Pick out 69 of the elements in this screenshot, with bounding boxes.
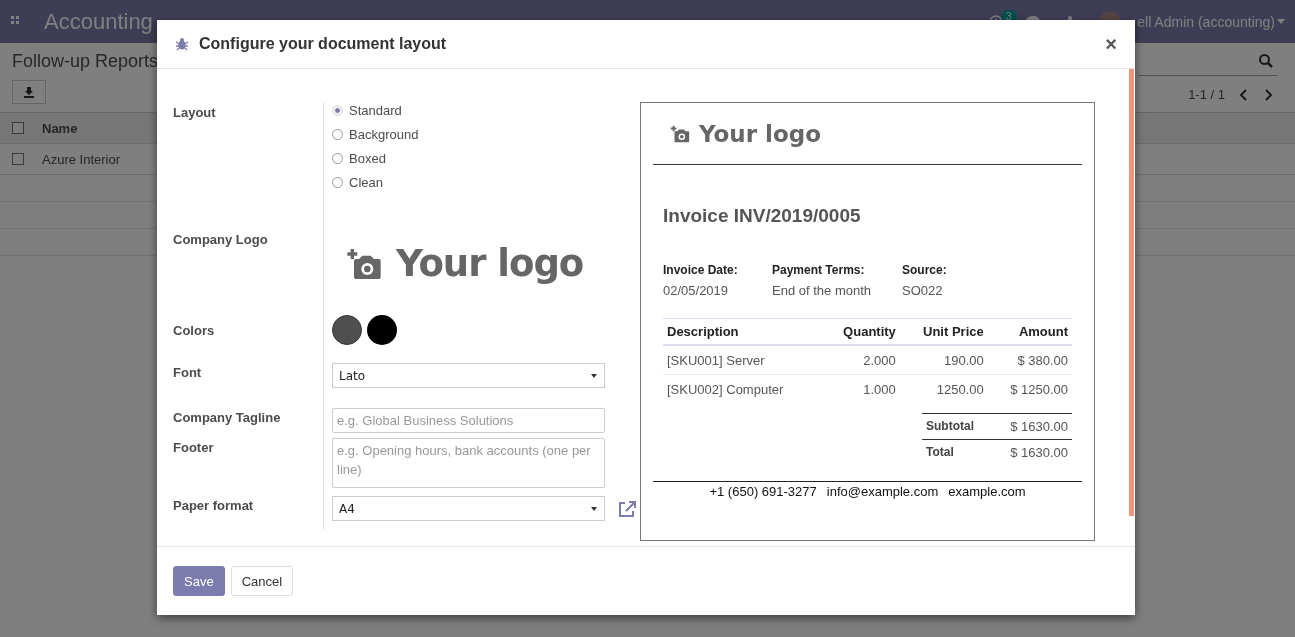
column-header: Quantity [843, 324, 896, 339]
footer-contact: info@example.com [826, 484, 939, 499]
radio-label[interactable]: Boxed [349, 151, 386, 166]
field-label: Company Tagline [173, 409, 282, 427]
footer-contact: +1 (650) 691-3277 [709, 484, 817, 499]
scrollbar[interactable] [1129, 69, 1134, 516]
radio-button[interactable] [332, 153, 343, 164]
total-value: $ 1630.00 [1010, 419, 1068, 434]
total-label: Subtotal [926, 419, 974, 434]
dialog-title: Configure your document layout [199, 35, 447, 53]
table-cell: [SKU001] Server [667, 352, 765, 368]
info-value: End of the month [772, 283, 872, 298]
pager-count: 1-1 / 1 [1188, 87, 1225, 102]
close-button[interactable]: × [1105, 32, 1117, 56]
total-value: $ 1630.00 [1010, 445, 1068, 460]
info-label: Invoice Date: [663, 263, 739, 277]
save-button[interactable]: Save [173, 566, 225, 596]
radio-label[interactable]: Background [349, 127, 419, 142]
next-icon[interactable] [1263, 88, 1273, 101]
input-field[interactable]: e.g. Opening hours, bank accounts (one per line) [332, 438, 605, 488]
column-header: Amount [1018, 324, 1068, 339]
table-cell: $ 1250.00 [1010, 381, 1068, 397]
row-checkbox[interactable] [12, 153, 24, 165]
download-button[interactable] [12, 80, 46, 104]
previous-icon[interactable] [1239, 88, 1249, 101]
select-field[interactable]: Lato [332, 363, 605, 388]
field-label: Paper format [173, 497, 255, 515]
field-label: Layout [173, 104, 217, 122]
select-all-checkbox[interactable] [12, 122, 24, 134]
column-header: Description [667, 324, 739, 339]
download-icon [23, 86, 35, 98]
color-swatch[interactable] [367, 315, 397, 345]
info-label: Payment Terms: [772, 263, 866, 277]
table-cell: 190.00 [943, 352, 984, 368]
radio-button[interactable] [332, 177, 343, 188]
dropdown-caret-icon[interactable] [590, 505, 598, 512]
app-title: Accounting [44, 8, 153, 35]
table-cell: [SKU002] Computer [667, 381, 784, 397]
color-swatch[interactable] [332, 315, 362, 345]
caret-icon[interactable] [1277, 19, 1285, 24]
select-field[interactable]: A4 [332, 496, 605, 521]
input-field[interactable]: e.g. Global Business Solutions [332, 408, 605, 433]
logo: Your logo [669, 120, 822, 147]
total-label: Total [926, 445, 954, 460]
footer-contact: example.com [948, 484, 1026, 499]
field-label: Footer [173, 439, 215, 457]
external-link-icon[interactable] [617, 499, 637, 518]
table-cell: $ 380.00 [1017, 352, 1068, 368]
table-cell: 2.000 [863, 352, 896, 368]
radio-label[interactable]: Clean [349, 175, 383, 190]
table-cell: 1.000 [863, 381, 896, 397]
search-icon[interactable] [1258, 53, 1274, 69]
info-value: 02/05/2019 [663, 283, 730, 298]
column-header: Unit Price [923, 324, 984, 339]
radio-button[interactable] [332, 129, 343, 140]
logo-placeholder[interactable]: Your logo [396, 242, 584, 285]
info-label: Source: [902, 263, 948, 277]
bug-icon[interactable] [175, 37, 189, 51]
breadcrumb[interactable]: Follow-up Reports [12, 51, 159, 72]
invoice-title: Invoice INV/2019/0005 [663, 205, 862, 227]
cancel-button[interactable]: Cancel [230, 566, 294, 596]
field-label: Company Logo [173, 231, 269, 249]
field-label: Font [173, 364, 203, 382]
table-cell: Azure Interior [42, 151, 121, 167]
info-value: SO022 [902, 283, 944, 298]
radio-label[interactable]: Standard [349, 103, 402, 118]
table-cell: 1250.00 [936, 381, 984, 397]
field-label: Colors [173, 322, 216, 340]
dropdown-caret-icon[interactable] [590, 372, 598, 379]
